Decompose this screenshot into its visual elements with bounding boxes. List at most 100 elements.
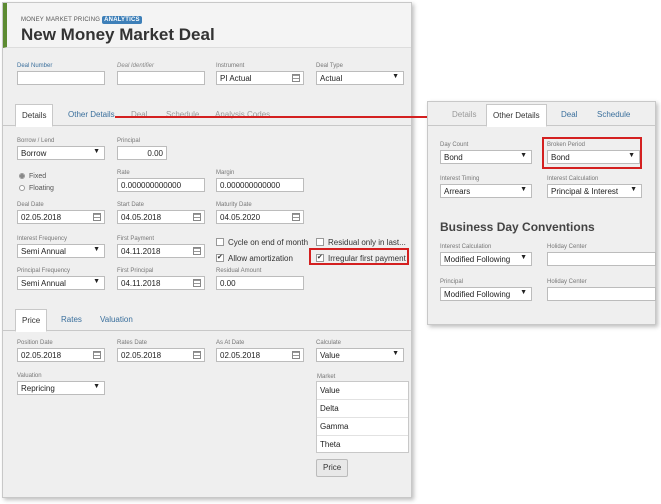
rate-label: Rate (117, 170, 130, 176)
deal-number-input[interactable] (17, 71, 105, 85)
list-item[interactable]: Value (317, 382, 408, 400)
residual-only-checkbox[interactable]: Residual only in last... (316, 238, 406, 247)
tab-deal[interactable]: Deal (555, 104, 583, 126)
calculate-select[interactable]: Value ▼ (316, 348, 404, 362)
new-deal-panel: MONEY MARKET PRICING ANALYTICS New Money … (2, 2, 412, 498)
calendar-icon[interactable] (292, 213, 300, 221)
tab-other-details[interactable]: Other Details (486, 104, 547, 127)
deal-date-value: 02.05.2018 (21, 213, 62, 222)
deal-date-field: Deal Date 02.05.2018 (17, 202, 105, 224)
residual-amount-label: Residual Amount (216, 268, 262, 274)
deal-type-label: Deal Type (316, 63, 343, 69)
instrument-input[interactable]: PI Actual (216, 71, 304, 85)
principal-input[interactable]: 0.00 (117, 146, 167, 160)
calendar-icon[interactable] (193, 247, 201, 255)
calendar-icon[interactable] (292, 351, 300, 359)
calendar-icon[interactable] (93, 213, 101, 221)
day-count-select[interactable]: Bond ▼ (440, 150, 532, 164)
first-payment-label: First Payment (117, 236, 155, 242)
deal-type-value: Actual (320, 74, 343, 83)
position-date-label: Position Date (17, 340, 53, 346)
start-date-label: Start Date (117, 202, 145, 208)
as-at-date-input[interactable]: 02.05.2018 (216, 348, 304, 362)
tab-other-details[interactable]: Other Details (62, 104, 121, 126)
lookup-grid-icon[interactable] (292, 74, 300, 82)
market-label: Market (317, 374, 336, 380)
deal-identifier-field: Deal Identifier (117, 63, 205, 85)
interest-timing-select[interactable]: Arrears ▼ (440, 184, 532, 198)
tab-price[interactable]: Price (15, 309, 48, 332)
holiday-center-input[interactable] (547, 287, 656, 301)
allow-amortization-label: Allow amortization (228, 254, 293, 263)
price-button[interactable]: Price (316, 459, 349, 477)
valuation-select[interactable]: Repricing ▼ (17, 381, 105, 395)
principal-label: Principal (117, 138, 141, 144)
start-date-input[interactable]: 04.05.2018 (117, 210, 205, 224)
bdc-interest-calculation-select[interactable]: Modified Following ▼ (440, 252, 532, 266)
principal-frequency-select[interactable]: Semi Annual ▼ (17, 276, 105, 290)
cycle-end-of-month-checkbox[interactable]: Cycle on end of month (216, 238, 308, 247)
chevron-down-icon: ▼ (93, 246, 100, 253)
margin-input[interactable]: 0.000000000000 (216, 178, 304, 192)
residual-amount-input[interactable]: 0.00 (216, 276, 304, 290)
radio-empty-icon (19, 185, 25, 191)
first-principal-field: First Principal 04.11.2018 (117, 268, 205, 290)
rates-date-field: Rates Date 02.05.2018 (117, 340, 205, 362)
bdc-interest-calculation-label: Interest Calculation (440, 244, 492, 250)
calculate-label: Calculate (316, 340, 342, 346)
interest-timing-label: Interest Timing (440, 176, 480, 182)
valuation-field: Valuation Repricing ▼ (17, 373, 105, 395)
checkbox-checked-icon (216, 253, 224, 262)
calendar-icon[interactable] (193, 279, 201, 287)
deal-identifier-input[interactable] (117, 71, 205, 85)
calendar-icon[interactable] (193, 351, 201, 359)
rate-field: Rate 0.000000000000 (117, 170, 205, 192)
tab-valuation[interactable]: Valuation (94, 309, 139, 331)
price-tabbar: Price Rates Valuation (3, 309, 411, 332)
chevron-down-icon: ▼ (93, 148, 100, 155)
deal-type-select[interactable]: Actual ▼ (316, 71, 404, 85)
highlight-irregular-first-payment (309, 248, 409, 265)
tab-rates[interactable]: Rates (55, 309, 88, 331)
holiday-center-field-2: Holiday Center (547, 279, 656, 301)
interest-calculation-label: Interest Calculation (547, 176, 599, 182)
highlight-broken-period (542, 137, 642, 169)
floating-label: Floating (29, 185, 54, 192)
calendar-icon[interactable] (93, 351, 101, 359)
maturity-date-input[interactable]: 04.05.2020 (216, 210, 304, 224)
principal-field: Principal 0.00 (117, 138, 167, 160)
deal-date-input[interactable]: 02.05.2018 (17, 210, 105, 224)
tab-details[interactable]: Details (15, 104, 54, 127)
bdc-principal-label: Principal (440, 279, 464, 285)
tab-details[interactable]: Details (446, 104, 482, 126)
margin-field: Margin 0.000000000000 (216, 170, 304, 192)
bdc-principal-select[interactable]: Modified Following ▼ (440, 287, 532, 301)
first-payment-input[interactable]: 04.11.2018 (117, 244, 205, 258)
instrument-label: Instrument (216, 63, 245, 69)
rate-input[interactable]: 0.000000000000 (117, 178, 205, 192)
principal-frequency-value: Semi Annual (21, 279, 66, 288)
list-item[interactable]: Delta (317, 400, 408, 418)
floating-radio[interactable]: Floating (19, 185, 54, 192)
fixed-label: Fixed (29, 173, 47, 180)
market-list[interactable]: Value Delta Gamma Theta (316, 381, 409, 453)
deal-date-label: Deal Date (17, 202, 44, 208)
page-header: MONEY MARKET PRICING ANALYTICS New Money … (3, 3, 411, 48)
rates-date-input[interactable]: 02.05.2018 (117, 348, 205, 362)
list-item[interactable]: Gamma (317, 418, 408, 436)
chevron-down-icon: ▼ (392, 350, 399, 357)
first-principal-input[interactable]: 04.11.2018 (117, 276, 205, 290)
bdc-principal-value: Modified Following (444, 290, 511, 299)
tab-schedule[interactable]: Schedule (591, 104, 636, 126)
list-item[interactable]: Theta (317, 436, 408, 454)
position-date-input[interactable]: 02.05.2018 (17, 348, 105, 362)
calendar-icon[interactable] (193, 213, 201, 221)
borrow-lend-select[interactable]: Borrow ▼ (17, 146, 105, 160)
instrument-value: PI Actual (220, 74, 252, 83)
fixed-radio[interactable]: Fixed (19, 173, 46, 180)
interest-calculation-select[interactable]: Principal & Interest ▼ (547, 184, 642, 198)
allow-amortization-checkbox[interactable]: Allow amortization (216, 253, 293, 263)
holiday-center-input[interactable] (547, 252, 656, 266)
interest-calculation-field: Interest Calculation Principal & Interes… (547, 176, 642, 198)
interest-frequency-select[interactable]: Semi Annual ▼ (17, 244, 105, 258)
